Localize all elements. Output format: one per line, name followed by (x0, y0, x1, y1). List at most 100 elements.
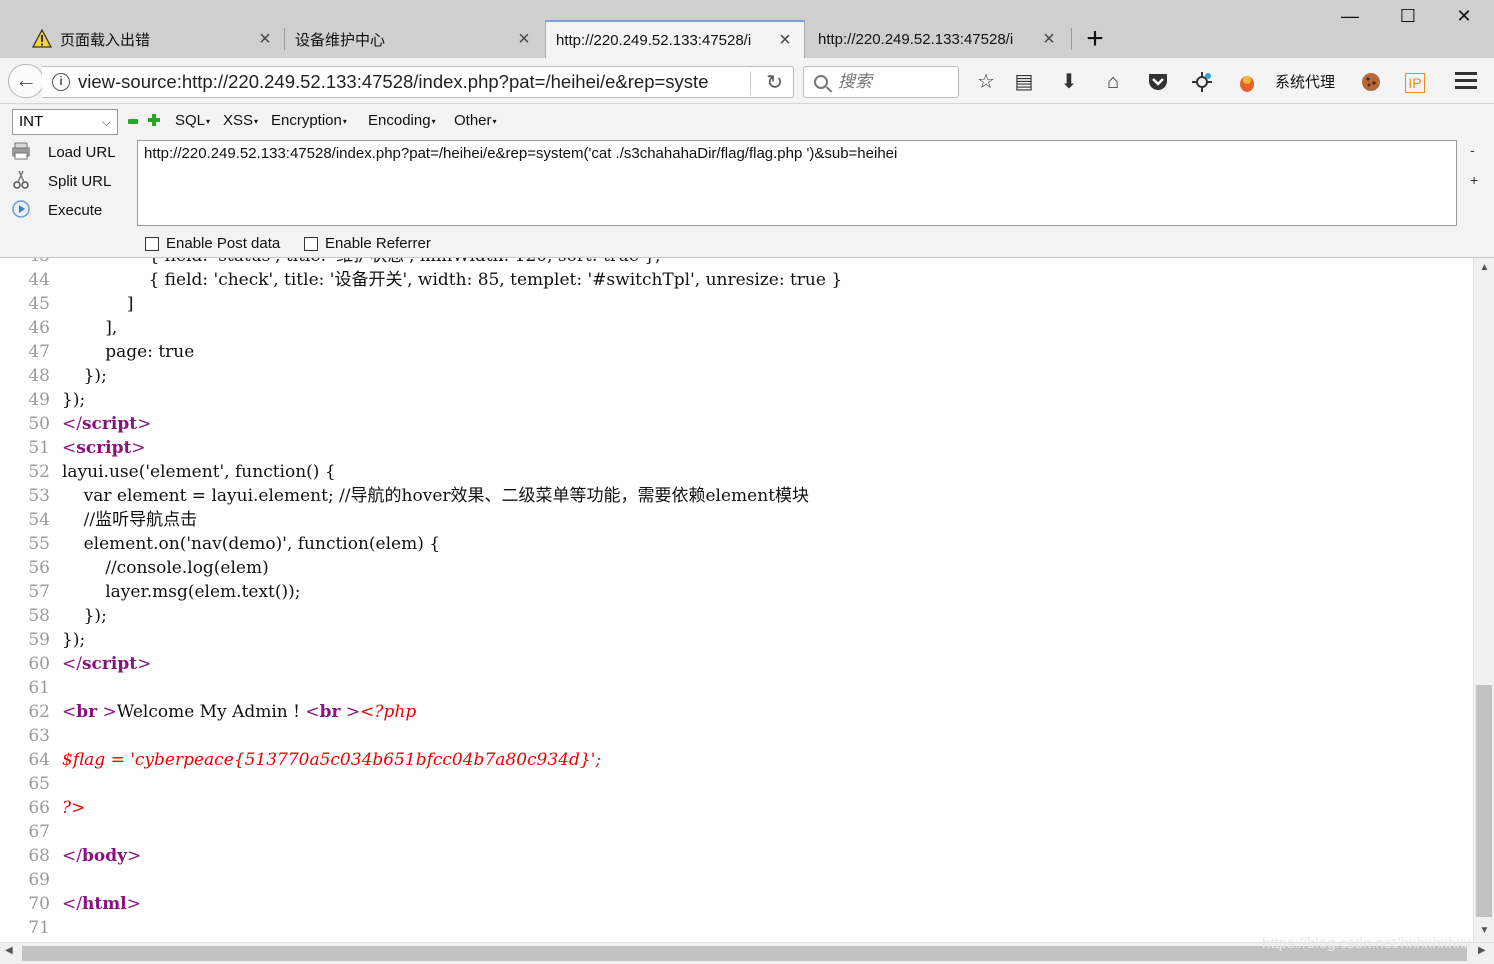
code-text: var element = layui.element; //导航的hover效… (62, 484, 809, 508)
line-number: 67 (28, 822, 50, 842)
navigation-bar: ← i view-source:http://220.249.52.133:47… (0, 58, 1494, 104)
code-text: ] (62, 292, 134, 316)
download-icon[interactable]: ⬇ (1055, 68, 1083, 96)
hackbar-panel: INT ⌵ SQL▾ XSS▾ Encryption▾ Encoding▾ Ot… (0, 104, 1494, 258)
menu-icon[interactable] (1455, 72, 1477, 90)
checkbox-box[interactable] (145, 236, 159, 251)
scroll-up-icon[interactable]: ▲ (1474, 262, 1494, 273)
code-token: > (137, 414, 152, 434)
execute-label: Execute (48, 201, 103, 219)
line-number: 69 (28, 870, 50, 890)
shrink-textarea-button[interactable]: - (1470, 142, 1475, 158)
line-number: 61 (28, 678, 50, 698)
chevron-down-icon: ⌵ (101, 115, 111, 129)
code-text: <br >Welcome My Admin ! <br ><?php (62, 700, 416, 724)
menu-label: Encryption (271, 112, 342, 129)
tab-url[interactable]: http://220.249.52.133:47528/i × (808, 20, 1068, 58)
split-url-button[interactable]: Split URL (10, 168, 130, 194)
minimize-button[interactable]: — (1335, 6, 1365, 32)
code-text: </html> (62, 892, 141, 916)
decrease-button[interactable] (128, 119, 138, 124)
code-token: > (131, 438, 146, 458)
code-token: </ (62, 654, 82, 674)
search-input[interactable] (838, 72, 948, 92)
code-token: //监听导航点击 (62, 510, 198, 530)
screenshot-extension-icon[interactable] (1188, 68, 1216, 96)
info-icon[interactable]: i (52, 73, 70, 91)
line-number: 55 (28, 534, 50, 554)
code-token: > (340, 702, 361, 722)
back-button[interactable]: ← (8, 64, 44, 98)
ip-extension-icon[interactable]: IP (1401, 68, 1429, 96)
encoding-menu[interactable]: Encoding▾ (368, 112, 436, 129)
home-icon[interactable]: ⌂ (1099, 68, 1127, 96)
close-tab-icon[interactable]: × (1040, 28, 1058, 51)
maximize-button[interactable]: ☐ (1393, 6, 1423, 32)
code-token: <?php (360, 702, 417, 722)
code-text: ?> (62, 796, 85, 820)
close-window-button[interactable]: ✕ (1449, 6, 1479, 32)
pocket-icon[interactable] (1144, 68, 1172, 96)
encryption-menu[interactable]: Encryption▾ (271, 112, 347, 129)
code-text: //console.log(elem) (62, 556, 269, 580)
close-tab-icon[interactable]: × (256, 28, 274, 51)
load-url-button[interactable]: Load URL (10, 139, 130, 165)
checkbox-box[interactable] (304, 236, 318, 251)
code-text: </script> (62, 412, 151, 436)
cookie-icon[interactable] (1357, 68, 1385, 96)
bookmark-star-icon[interactable]: ☆ (972, 68, 1000, 96)
scroll-left-icon[interactable]: ◀ (5, 945, 13, 956)
search-bar[interactable] (803, 66, 959, 98)
menu-label: SQL (175, 112, 206, 129)
enable-post-checkbox[interactable]: Enable Post data (145, 235, 280, 252)
code-token: Welcome My Admin ! (116, 702, 306, 722)
url-bar[interactable]: i view-source:http://220.249.52.133:4752… (42, 66, 794, 98)
close-tab-icon[interactable]: × (515, 28, 533, 51)
scroll-right-icon[interactable]: ▶ (1478, 945, 1486, 956)
line-number: 50 (28, 414, 50, 434)
system-proxy-button[interactable]: 系统代理 (1275, 71, 1335, 92)
type-select-value: INT (19, 113, 44, 130)
horizontal-scroll-thumb[interactable] (22, 946, 1467, 961)
code-token: layer.msg(elem.text()); (62, 582, 301, 602)
xss-menu[interactable]: XSS▾ (223, 112, 258, 129)
scroll-down-icon[interactable]: ▼ (1474, 925, 1494, 936)
increase-button[interactable] (148, 114, 160, 126)
url-text[interactable]: view-source:http://220.249.52.133:47528/… (78, 71, 738, 93)
execute-button[interactable]: Execute (10, 197, 130, 223)
new-tab-button[interactable]: + (1080, 22, 1110, 56)
code-token: { field: 'check', title: '设备开关', width: … (62, 270, 843, 290)
url-bar-divider (750, 71, 751, 95)
firebug-icon[interactable] (1233, 68, 1261, 96)
code-token: script (76, 438, 132, 458)
expand-textarea-button[interactable]: + (1470, 172, 1478, 188)
code-text: <script> (62, 436, 146, 460)
type-select[interactable]: INT ⌵ (12, 109, 118, 135)
vertical-scrollbar[interactable]: ▲ ▼ (1473, 258, 1494, 942)
code-token: < (62, 702, 77, 722)
tab-page-load-error[interactable]: 页面载入出错 × (22, 20, 284, 58)
tab-title: 页面载入出错 (60, 31, 151, 49)
tab-device-maintenance[interactable]: 设备维护中心 × (285, 20, 543, 58)
tab-title: http://220.249.52.133:47528/i (556, 31, 752, 49)
menu-label: Encoding (368, 112, 431, 129)
line-number: 53 (28, 486, 50, 506)
tab-separator (1071, 28, 1072, 50)
line-number: 71 (28, 918, 50, 938)
code-token: { field: 'status', title: '维护状态', minWid… (62, 258, 660, 266)
sql-menu[interactable]: SQL▾ (175, 112, 210, 129)
vertical-scroll-thumb[interactable] (1476, 685, 1492, 917)
other-menu[interactable]: Other▾ (454, 112, 497, 129)
library-icon[interactable]: ▤ (1010, 68, 1038, 96)
close-tab-icon[interactable]: × (776, 29, 794, 52)
url-textarea[interactable]: http://220.249.52.133:47528/index.php?pa… (137, 140, 1457, 226)
tab-active-view-source[interactable]: http://220.249.52.133:47528/i × (545, 20, 805, 58)
code-token: > (126, 846, 142, 866)
code-text: }); (62, 364, 107, 388)
split-url-icon (10, 170, 32, 192)
line-number: 59 (28, 630, 50, 650)
load-url-label: Load URL (48, 143, 116, 161)
load-url-icon (10, 141, 32, 163)
enable-referrer-checkbox[interactable]: Enable Referrer (304, 235, 431, 252)
reload-button[interactable]: ↻ (766, 70, 783, 95)
